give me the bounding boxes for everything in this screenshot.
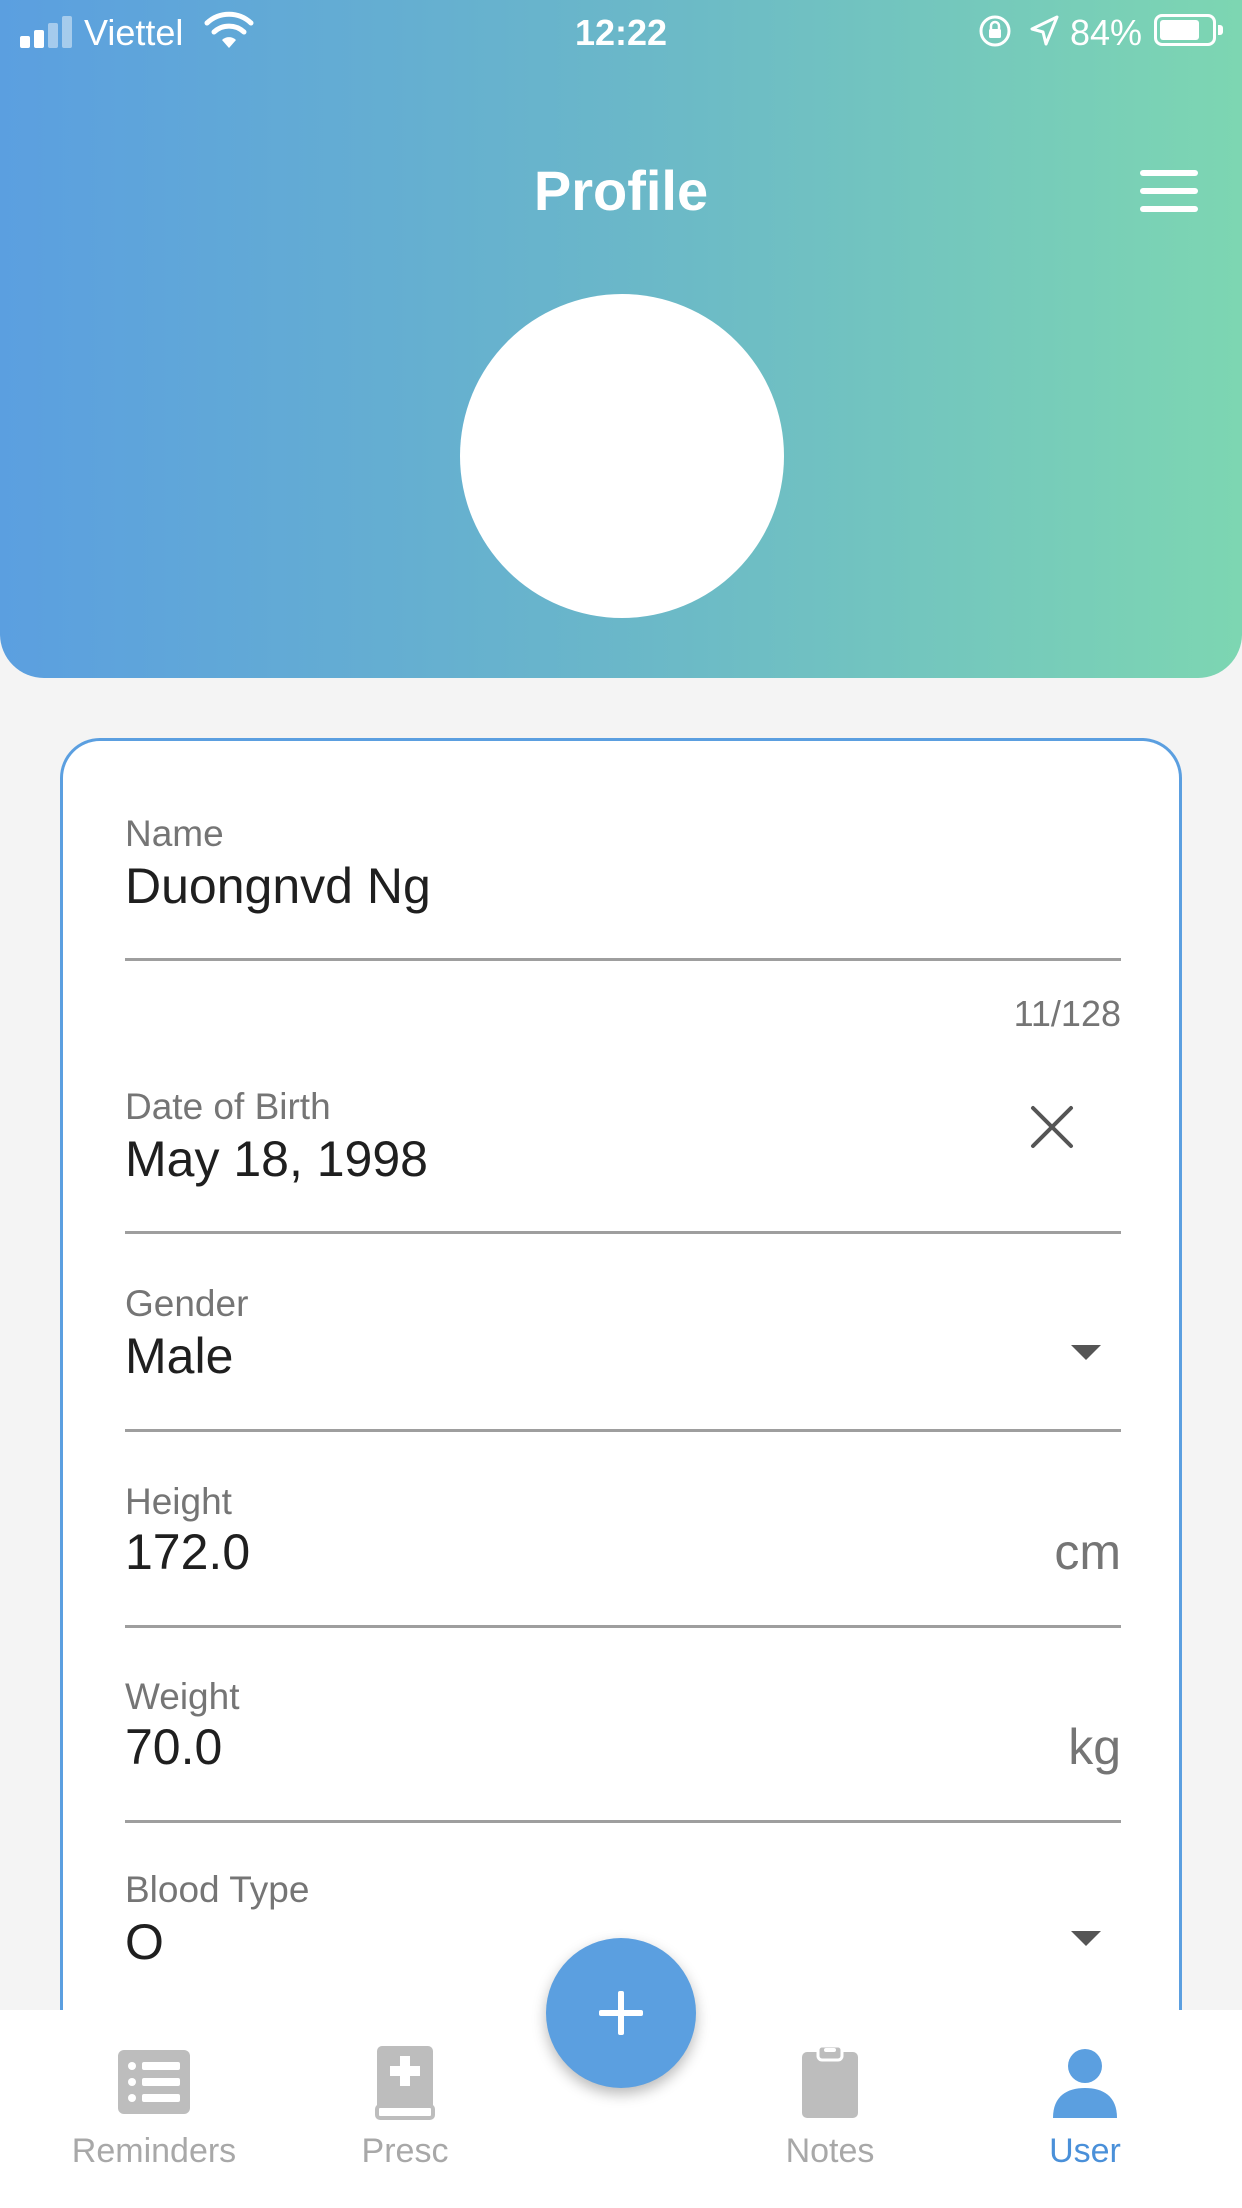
location-arrow-icon (1030, 15, 1059, 46)
dob-field[interactable]: Date of Birth May 18, 1998 (125, 1086, 1121, 1246)
chevron-down-icon[interactable] (1071, 1931, 1101, 1946)
name-field[interactable]: Name Duongnvd Ng 11/128 (125, 813, 1121, 1034)
nav-label-user: User (1049, 2132, 1121, 2170)
height-underline (125, 1625, 1121, 1628)
battery-icon (1154, 14, 1223, 46)
user-icon (1053, 2049, 1117, 2118)
weight-input[interactable]: 70.0 (125, 1718, 222, 1776)
status-bar: Viettel 12:22 84% (0, 0, 1242, 64)
dob-label: Date of Birth (125, 1086, 331, 1127)
nav-item-notes[interactable]: Notes (730, 2010, 930, 2208)
height-label: Height (125, 1481, 232, 1522)
orientation-lock-icon (979, 15, 1011, 47)
add-button[interactable] (546, 1938, 696, 2088)
height-unit: cm (1054, 1524, 1121, 1580)
height-input[interactable]: 172.0 (125, 1523, 250, 1581)
weight-underline (125, 1820, 1121, 1823)
nav-label-notes: Notes (785, 2132, 875, 2170)
weight-label: Weight (125, 1676, 240, 1717)
nav-item-user[interactable]: User (985, 2010, 1185, 2208)
profile-header: Viettel 12:22 84% Profile (0, 0, 1242, 678)
avatar[interactable] (460, 294, 784, 618)
gender-underline (125, 1429, 1121, 1432)
weight-unit: kg (1068, 1719, 1121, 1775)
name-underline (125, 958, 1121, 961)
nav-item-reminders[interactable]: Reminders (54, 2010, 254, 2208)
page-title: Profile (533, 159, 709, 222)
clipboard-icon (802, 2044, 858, 2118)
battery-percent: 84% (1070, 12, 1143, 53)
blood-type-select[interactable]: O (125, 1913, 164, 1971)
weight-field[interactable]: Weight 70.0 kg (125, 1676, 1121, 1836)
blood-type-label: Blood Type (125, 1869, 310, 1910)
menu-icon[interactable] (1140, 170, 1198, 212)
gender-label: Gender (125, 1283, 249, 1324)
name-input[interactable]: Duongnvd Ng (125, 857, 431, 915)
name-char-counter: 11/128 (1013, 993, 1121, 1034)
height-field[interactable]: Height 172.0 cm (125, 1481, 1121, 1641)
dob-input[interactable]: May 18, 1998 (125, 1130, 428, 1188)
nav-label-reminders: Reminders (71, 2132, 237, 2170)
gender-select[interactable]: Male (125, 1327, 233, 1385)
dob-underline (125, 1231, 1121, 1234)
list-icon (118, 2050, 190, 2114)
name-label: Name (125, 813, 224, 854)
chevron-down-icon[interactable] (1071, 1345, 1101, 1360)
close-icon[interactable] (1029, 1104, 1075, 1150)
nav-label-presc: Presc (361, 2132, 449, 2170)
medical-book-icon (375, 2046, 435, 2120)
gender-field[interactable]: Gender Male (125, 1283, 1121, 1443)
profile-form-card: Name Duongnvd Ng 11/128 Date of Birth Ma… (60, 738, 1182, 2138)
nav-item-presc[interactable]: Presc (305, 2010, 505, 2208)
